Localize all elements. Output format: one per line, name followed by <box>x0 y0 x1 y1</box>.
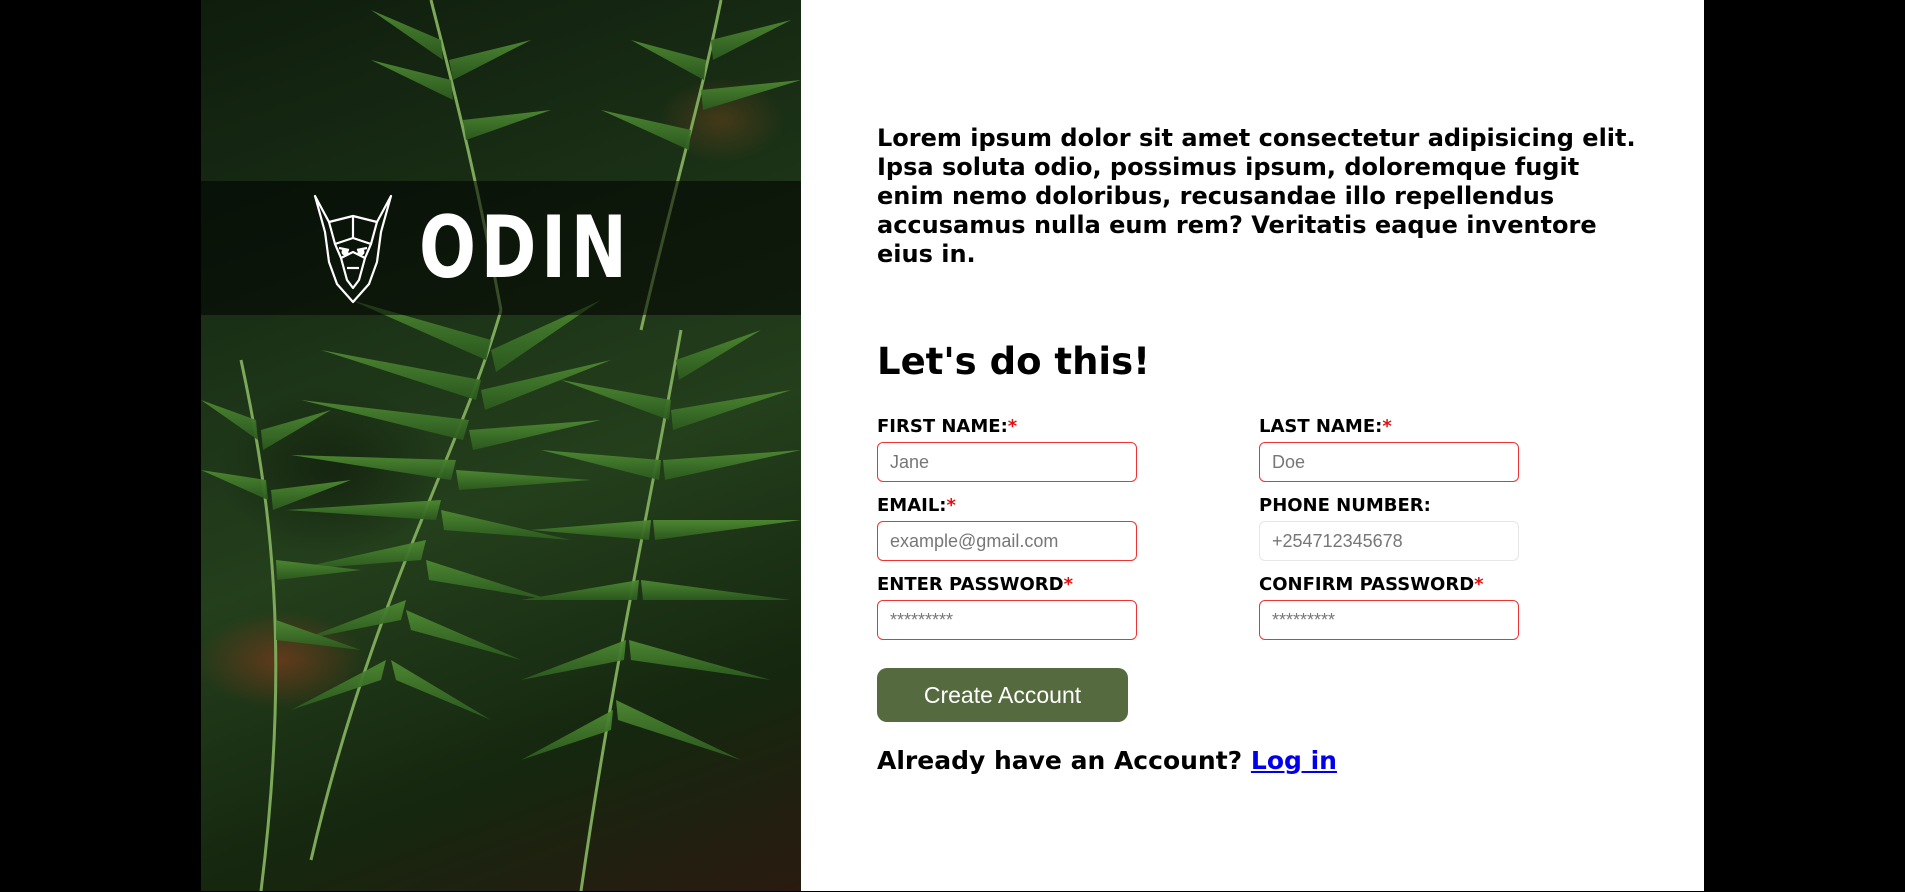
last-name-input[interactable] <box>1259 442 1519 482</box>
first-name-input[interactable] <box>877 442 1137 482</box>
first-name-label: FIRST NAME:* <box>877 416 1018 437</box>
required-mark: * <box>946 495 956 516</box>
password-field: ENTER PASSWORD* <box>877 573 1259 640</box>
confirm-password-label: CONFIRM PASSWORD* <box>1259 574 1484 595</box>
signup-page: ODIN Lorem ipsum dolor sit amet consecte… <box>201 0 1704 891</box>
viking-helmet-icon <box>313 194 392 304</box>
last-name-label: LAST NAME:* <box>1259 416 1392 437</box>
email-input[interactable] <box>877 521 1137 561</box>
required-mark: * <box>1063 574 1074 595</box>
login-link[interactable]: Log in <box>1251 746 1337 775</box>
login-prompt-text: Already have an Account? <box>877 746 1243 775</box>
last-name-field: LAST NAME:* <box>1259 415 1519 482</box>
brand-name: ODIN <box>418 198 632 298</box>
fern-leaves-image <box>201 0 801 891</box>
fern-hero-image: ODIN <box>201 0 801 891</box>
phone-input[interactable] <box>1259 521 1519 561</box>
required-mark: * <box>1474 574 1484 595</box>
email-label: EMAIL:* <box>877 495 956 516</box>
intro-text: Lorem ipsum dolor sit amet consectetur a… <box>877 124 1636 268</box>
login-prompt: Already have an Account? Log in <box>877 746 1337 775</box>
password-label: ENTER PASSWORD* <box>877 574 1074 595</box>
required-mark: * <box>1382 416 1392 437</box>
create-account-button[interactable]: Create Account <box>877 668 1128 722</box>
phone-field: PHONE NUMBER: <box>1259 494 1519 561</box>
brand-banner: ODIN <box>201 181 801 315</box>
signup-content: Lorem ipsum dolor sit amet consectetur a… <box>801 0 1704 891</box>
email-field: EMAIL:* <box>877 494 1259 561</box>
confirm-password-input[interactable] <box>1259 600 1519 640</box>
form-heading: Let's do this! <box>877 340 1150 383</box>
phone-label: PHONE NUMBER: <box>1259 495 1431 516</box>
signup-form: FIRST NAME:* LAST NAME:* EMAIL:* PHONE N… <box>877 415 1527 640</box>
required-mark: * <box>1007 416 1018 437</box>
first-name-field: FIRST NAME:* <box>877 415 1259 482</box>
password-input[interactable] <box>877 600 1137 640</box>
confirm-password-field: CONFIRM PASSWORD* <box>1259 573 1519 640</box>
